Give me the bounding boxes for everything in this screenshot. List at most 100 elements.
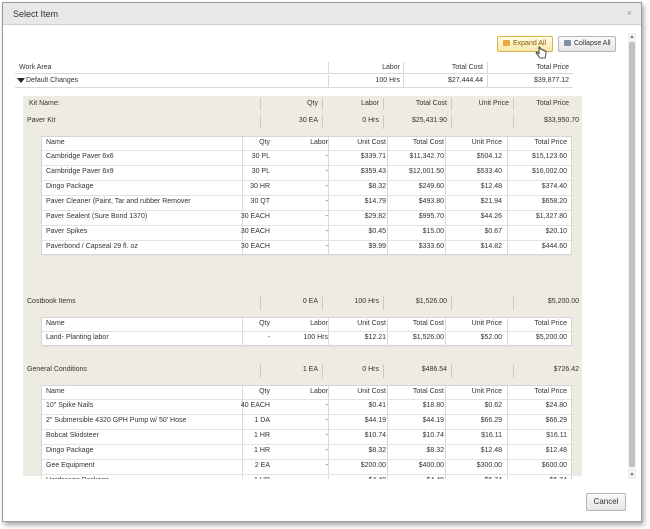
kit-section-unit-price <box>451 115 509 129</box>
item-unit-cost: $339.71 <box>360 153 386 160</box>
item-header-qty: Qty <box>259 139 270 146</box>
hand-cursor-icon <box>535 46 547 59</box>
kit-section-total-price: $33,950.70 <box>543 117 579 124</box>
item-unit-cost: $4.49 <box>332 475 386 479</box>
scroll-thumb[interactable] <box>629 42 635 467</box>
scroll-up-arrow-icon[interactable]: ▲ <box>628 33 636 41</box>
item-name: Gee Equipment <box>46 462 95 469</box>
item-row[interactable]: Paver Spikes 30 EACH - $0.45 $15.00 $0.67 $20.… <box>42 226 571 241</box>
item-total-price: $1,327.80 <box>535 213 567 220</box>
item-name: Bobcat Skidsteer <box>46 432 99 439</box>
work-area-name[interactable]: Default Changes <box>17 75 78 87</box>
item-total-cost: $493.80 <box>418 198 444 205</box>
item-total-cost: $12,001.50 <box>408 168 444 175</box>
item-row[interactable]: Cambridge Paver 6x6 30 PL - $339.71 $11,342.… <box>42 151 571 166</box>
item-row[interactable]: Paverbond / Capseal 29 fl. oz 30 EACH - $9.… <box>42 241 571 256</box>
item-header-unit-price: Unit Price <box>471 320 502 327</box>
vertical-scrollbar[interactable]: ▲ ▼ <box>628 33 636 479</box>
item-header-row: Name Qty Labor Unit Cost Total Cost Unit Pric… <box>42 318 571 332</box>
kit-section-qty: 0 EA <box>302 298 318 305</box>
kit-header-qty: Qty <box>307 100 318 107</box>
item-total-price: $16,002.00 <box>531 168 567 175</box>
item-unit-price: $533.40 <box>476 168 502 175</box>
item-qty: 30 HR <box>250 183 270 190</box>
item-row[interactable]: Land- Planting labor - 100 Hrs $12.21 $1,526… <box>42 332 571 347</box>
item-total-price: $444.60 <box>541 243 567 250</box>
item-qty: 2 EA <box>254 462 270 469</box>
item-total-cost: $44.19 <box>422 417 444 424</box>
item-unit-price: $0.62 <box>484 402 502 409</box>
work-area-name-label: Default Changes <box>26 77 79 84</box>
header-labor: Labor <box>382 64 400 71</box>
kit-section-total-price: $5,200.00 <box>547 298 579 305</box>
item-name: Paverbond / Capseal 29 fl. oz <box>46 243 138 250</box>
item-unit-price: $12.48 <box>480 447 502 454</box>
kit-section-row[interactable]: Costbook Items 0 EA 100 Hrs $1,526.00 $5,200… <box>23 296 582 310</box>
kit-section-row[interactable]: Paver Kit 30 EA 0 Hrs $25,431.90 $33,950.70 <box>23 115 582 129</box>
item-row[interactable]: Hardscape Package1 HR-$4.49$4.49$6.74$6.… <box>42 475 571 479</box>
kit-section-labor: 100 Hrs <box>354 298 379 305</box>
item-header-name: Name <box>46 388 65 395</box>
item-header-unit-cost: Unit Cost <box>357 139 386 146</box>
kit-section-name: General Conditions <box>27 366 87 373</box>
item-row[interactable]: Bobcat Skidsteer 1 HR - $10.74 $10.74 $16.11 $… <box>42 430 571 445</box>
work-area-row[interactable]: Default Changes 100 Hrs $27,444.44 $39,8… <box>15 75 573 88</box>
item-row[interactable]: Dingo Package 1 HR - $8.32 $8.32 $12.48 $12.48 <box>42 445 571 460</box>
item-qty: 1 DA <box>254 417 270 424</box>
item-header-total-price: Total Price <box>534 388 567 395</box>
item-qty: 30 QT <box>250 198 270 205</box>
item-qty: 30 PL <box>251 153 270 160</box>
item-qty: 30 EACH <box>240 243 270 250</box>
item-row[interactable]: 10" Spike Nails 40 EACH - $0.41 $18.80 $0.62 $… <box>42 400 571 415</box>
collapse-all-label: Collapse All <box>574 40 611 47</box>
kit-section-row[interactable]: General Conditions 1 EA 0 Hrs $486.54 $726.4… <box>23 364 582 378</box>
work-area-total-cost: $27,444.44 <box>447 77 483 84</box>
item-row[interactable]: Paver Cleaner (Paint, Tar and rubber Rem… <box>42 196 571 211</box>
item-unit-price: $21.94 <box>480 198 502 205</box>
item-labor: - <box>325 432 328 439</box>
item-labor: 100 Hrs <box>303 334 328 341</box>
expand-triangle-icon[interactable] <box>17 78 25 83</box>
item-total-price: $658.20 <box>541 198 567 205</box>
cancel-button[interactable]: Cancel <box>586 493 626 511</box>
item-header-row: Name Qty Labor Unit Cost Total Cost Unit Pric… <box>42 137 571 151</box>
item-total-price: $24.80 <box>545 402 567 409</box>
kit-section-qty: 1 EA <box>302 366 318 373</box>
item-row[interactable]: Gee Equipment 2 EA - $200.00 $400.00 $300.00 $… <box>42 460 571 475</box>
item-total-price: $12.48 <box>545 447 567 454</box>
item-labor: - <box>325 447 328 454</box>
item-row[interactable]: Paver Sealent (Sure Bond 1370) 30 EACH - $2… <box>42 211 571 226</box>
kit-section-name: Costbook Items <box>27 298 76 305</box>
item-name: Cambridge Paver 6x9 <box>46 168 114 175</box>
item-labor: - <box>325 402 328 409</box>
item-row[interactable]: 2" Submersible 4320 GPH Pump w/ 50' Hose… <box>42 415 571 430</box>
item-unit-price: $300.00 <box>476 462 502 469</box>
item-labor: - <box>325 168 328 175</box>
item-labor: - <box>325 198 328 205</box>
item-total-cost: $18.80 <box>422 402 444 409</box>
item-header-labor: Labor <box>310 320 328 327</box>
item-header-name: Name <box>46 139 65 146</box>
collapse-all-button[interactable]: Collapse All <box>558 36 616 52</box>
item-total-cost: $333.60 <box>418 243 444 250</box>
item-row[interactable]: Dingo Package 30 HR - $8.32 $249.60 $12.48 $37… <box>42 181 571 196</box>
kit-header-name: Kit Name: <box>29 100 60 107</box>
kit-header-unit-price: Unit Price <box>478 100 509 107</box>
dialog-titlebar: Select Item × <box>3 3 641 25</box>
kit-panel: Kit Name: Qty Labor Total Cost Unit Pric… <box>23 96 582 479</box>
item-unit-cost: $0.45 <box>368 228 386 235</box>
close-icon[interactable]: × <box>627 8 632 18</box>
item-total-price: $5,200.00 <box>535 334 567 341</box>
dialog-content: Expand All Collapse All Work Area Labor … <box>11 29 629 479</box>
item-header-unit-cost: Unit Cost <box>357 320 386 327</box>
item-header-total-cost: Total Cost <box>412 320 444 327</box>
item-name: Paver Spikes <box>46 228 88 235</box>
item-qty: 30 EACH <box>240 213 270 220</box>
item-total-cost: $4.49 <box>390 475 444 479</box>
item-qty: 30 PL <box>251 168 270 175</box>
scroll-down-arrow-icon[interactable]: ▼ <box>628 471 636 479</box>
select-item-dialog: Select Item × Expand All Collapse All Wo… <box>2 2 642 522</box>
item-header-unit-cost: Unit Cost <box>357 388 386 395</box>
item-row[interactable]: Cambridge Paver 6x9 30 PL - $359.43 $12,001.… <box>42 166 571 181</box>
kit-section-unit-price <box>451 364 509 378</box>
